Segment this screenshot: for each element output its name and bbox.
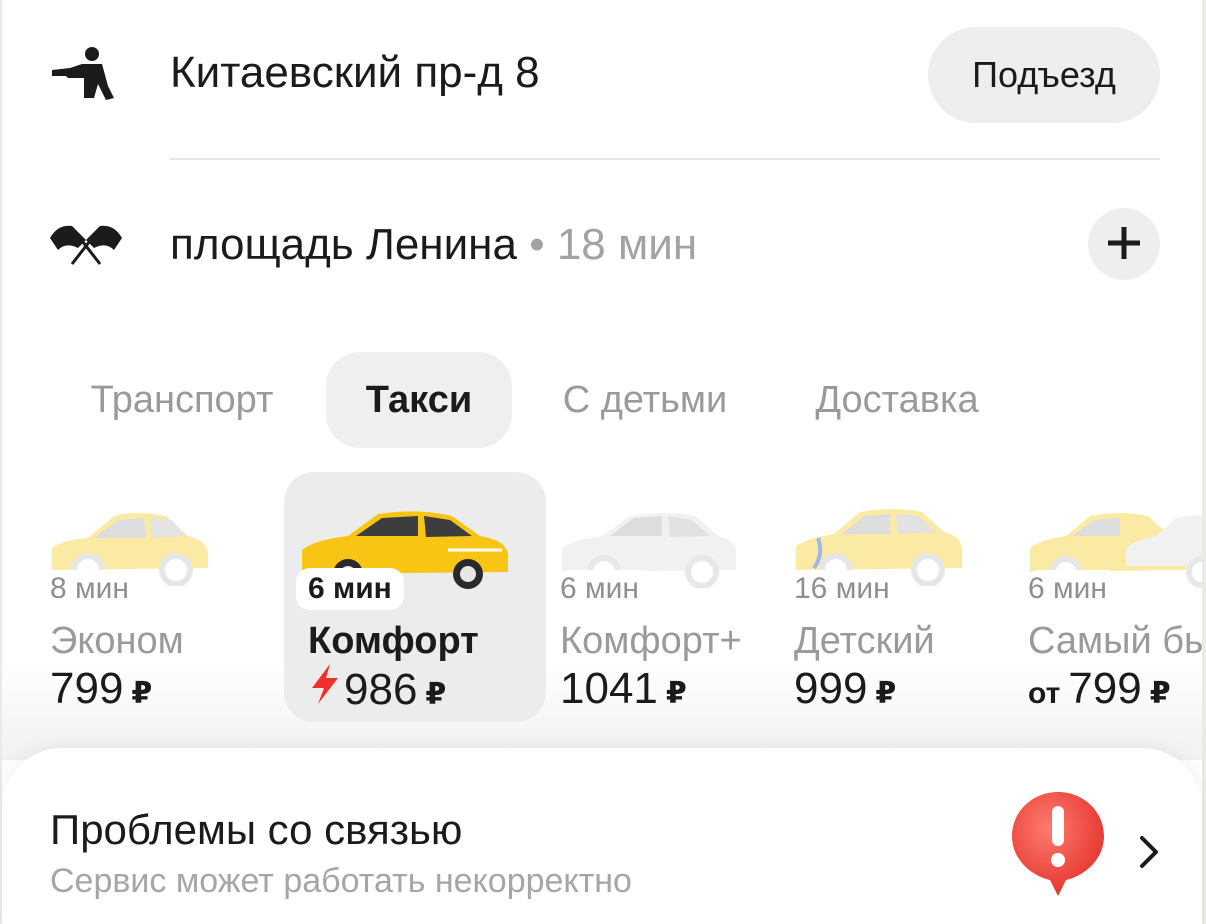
route-duration: 18 мин (556, 220, 698, 269)
tariff-eta: 6 мин (296, 568, 404, 610)
category-tabs: Транспорт Такси С детьми Доставка (2, 352, 1202, 448)
tariff-name: Самый бы (1028, 620, 1202, 662)
plus-icon (1106, 225, 1142, 264)
tab-delivery[interactable]: Доставка (794, 352, 1000, 448)
issue-title: Проблемы со связью (50, 806, 463, 853)
tariff-eta: 8 мин (50, 570, 139, 608)
tariff-price: 1041 ₽ (560, 664, 687, 714)
tariff-card-fastest[interactable]: 6 мин Самый бы от 799 ₽ (1026, 472, 1202, 722)
price-prefix: от (1028, 677, 1061, 710)
tariff-price: 999 ₽ (794, 664, 896, 714)
tariff-price: от 799 ₽ (1028, 664, 1171, 714)
price-value: 1041 (560, 664, 658, 713)
tariff-card-comfort-plus[interactable]: 6 мин Комфорт+ 1041 ₽ (558, 472, 780, 722)
tariff-price: 799 ₽ (50, 664, 152, 714)
issue-subtitle: Сервис может работать некорректно (50, 862, 632, 900)
currency-symbol: ₽ (131, 677, 153, 710)
chevron-right-icon[interactable] (1136, 832, 1162, 877)
finish-flags-icon (48, 218, 124, 273)
destination-row[interactable]: площадь Ленина • 18 мин (2, 190, 1202, 300)
tab-transport[interactable]: Транспорт (72, 352, 292, 448)
currency-symbol: ₽ (875, 677, 897, 710)
tariff-name: Комфорт+ (560, 620, 742, 662)
tariff-name: Эконом (50, 620, 184, 662)
tab-with-kids[interactable]: С детьми (542, 352, 748, 448)
alert-pin-icon (1006, 788, 1110, 903)
tariff-eta: 6 мин (1028, 570, 1117, 608)
price-value: 999 (794, 664, 868, 713)
destination-address: площадь Ленина (170, 220, 517, 269)
tariff-card-kids[interactable]: 16 мин Детский 999 ₽ (792, 472, 1014, 722)
price-value: 799 (50, 664, 124, 713)
pickup-person-icon (48, 46, 118, 109)
tariff-name: Детский (794, 620, 935, 662)
tab-taxi[interactable]: Такси (326, 352, 512, 448)
currency-symbol: ₽ (665, 677, 687, 710)
add-stop-button[interactable] (1088, 208, 1160, 280)
surge-lightning-icon (310, 664, 340, 715)
tariff-eta: 6 мин (560, 570, 649, 608)
destination-address-line[interactable]: площадь Ленина • 18 мин (170, 220, 697, 270)
route-separator: • (529, 220, 545, 269)
tariff-price: 986 ₽ (310, 664, 446, 715)
pickup-address[interactable]: Китаевский пр-д 8 (170, 48, 540, 98)
tariff-card-comfort[interactable]: 6 мин Комфорт 986 ₽ (284, 472, 546, 722)
connection-issue-card[interactable]: Проблемы со связью Сервис может работать… (2, 748, 1202, 924)
tariff-card-econom[interactable]: 8 мин Эконом 799 ₽ (2, 472, 272, 722)
pickup-row[interactable]: Китаевский пр-д 8 Подъезд (2, 20, 1202, 130)
tariff-name: Комфорт (308, 620, 479, 662)
currency-symbol: ₽ (425, 678, 447, 711)
currency-symbol: ₽ (1149, 677, 1171, 710)
price-value: 799 (1068, 664, 1142, 713)
price-value: 986 (344, 665, 418, 714)
tariff-eta: 16 мин (794, 570, 900, 608)
entrance-button[interactable]: Подъезд (928, 27, 1160, 123)
route-divider (170, 158, 1160, 160)
